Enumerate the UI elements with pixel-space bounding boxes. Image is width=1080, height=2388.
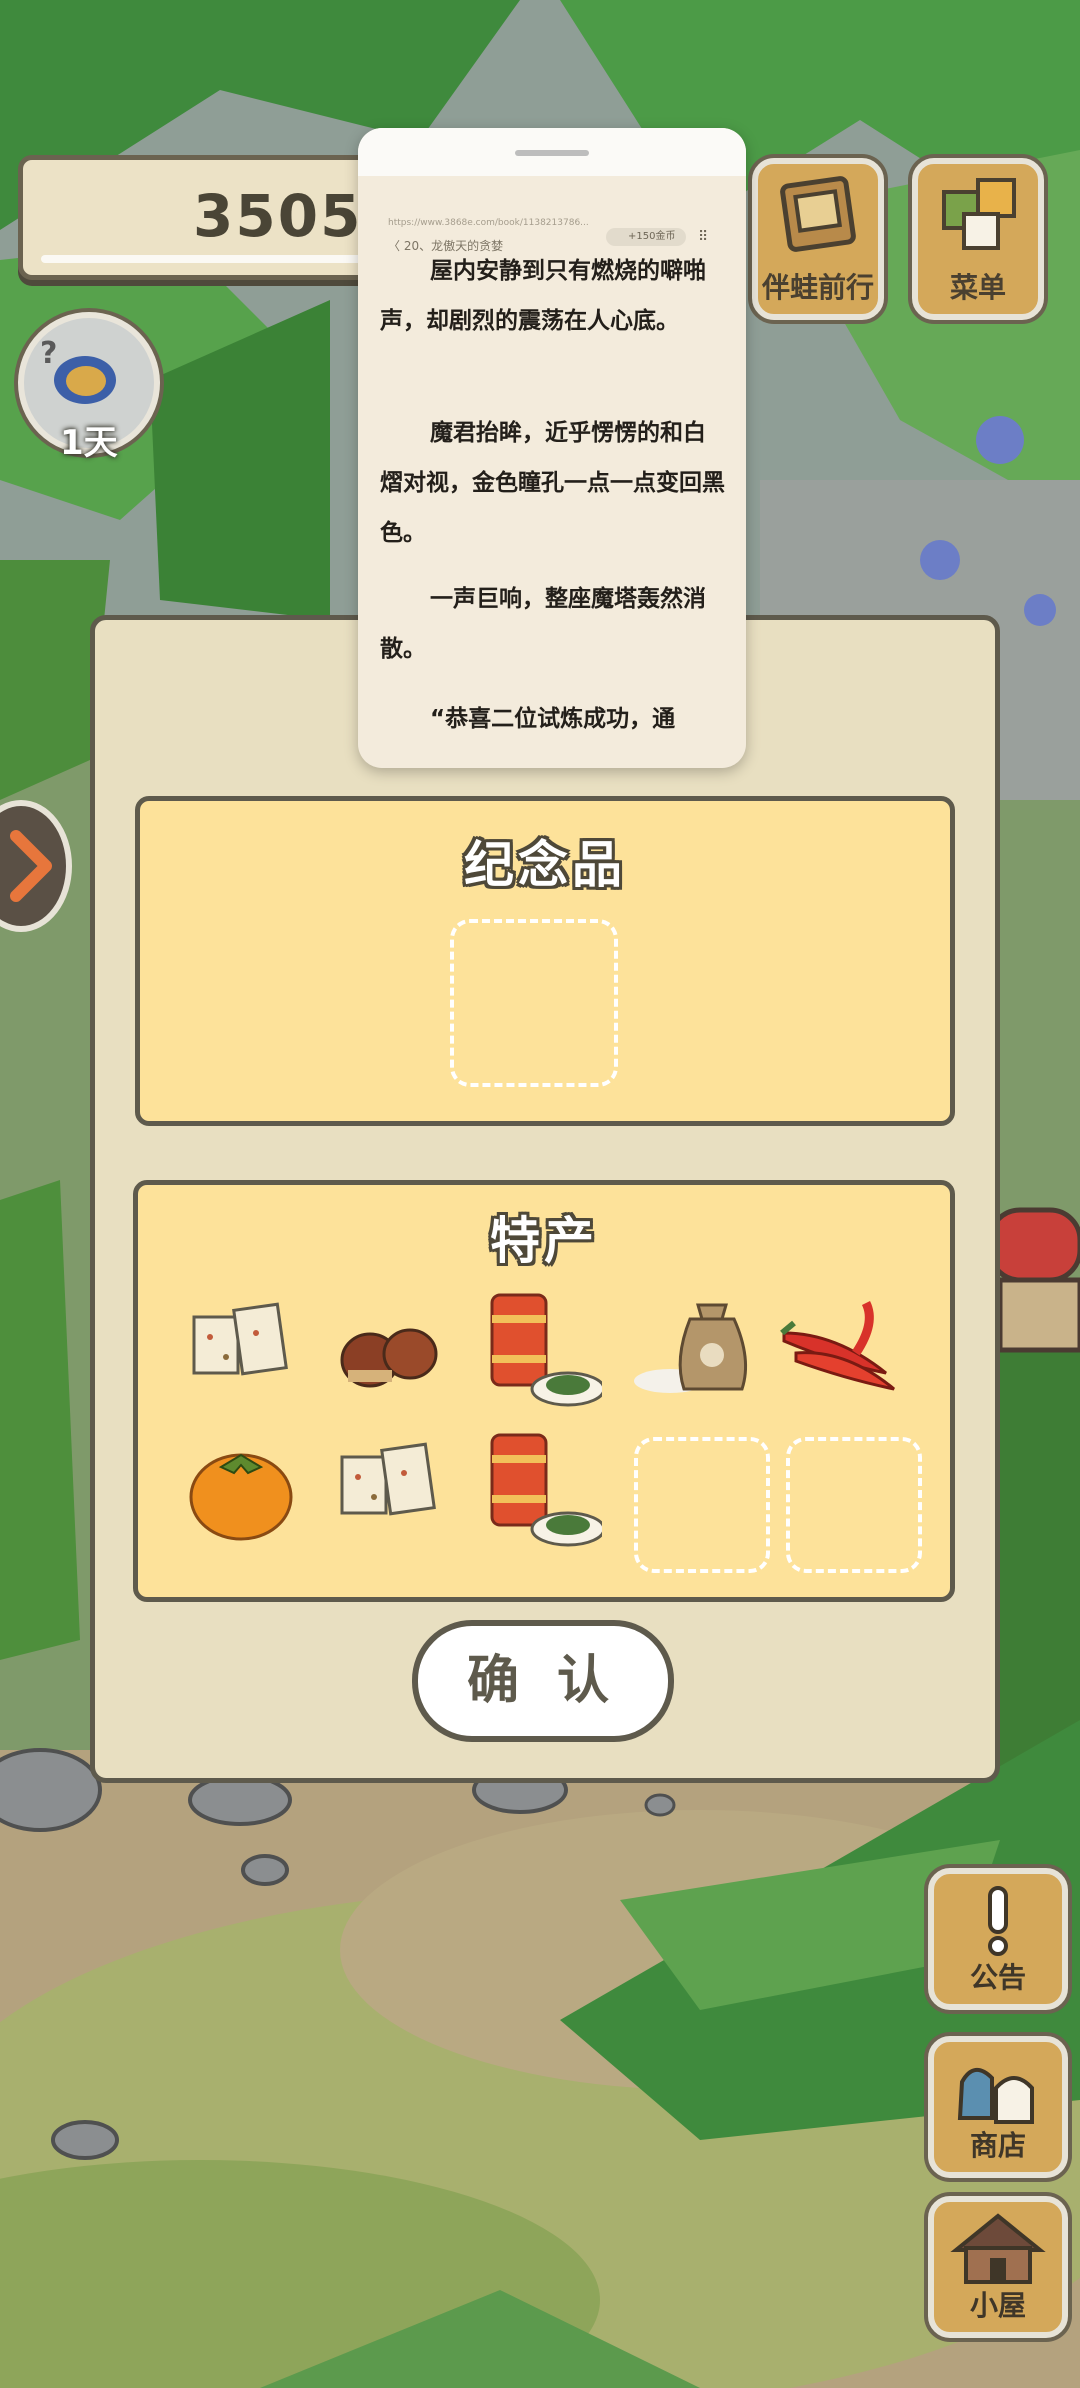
grid-icon[interactable]: ⠿ bbox=[698, 229, 708, 245]
house-label: 小屋 bbox=[969, 2289, 1026, 2322]
specialty-empty-slot bbox=[634, 1437, 770, 1573]
reader-paragraph: 魔君抬眸，近乎愣愣的和白熠对视，金色瞳孔一点一点变回黑色。 bbox=[380, 420, 725, 546]
chili-pepper-icon[interactable] bbox=[776, 1293, 906, 1403]
question-mark-icon: ? bbox=[40, 336, 58, 371]
travel-with-frog-label: 伴蛙前行 bbox=[761, 271, 874, 304]
coin-bar-highlight bbox=[41, 255, 405, 263]
reward-dialog: 纪念品 特产 bbox=[90, 615, 1000, 1783]
souvenir-empty-slot bbox=[450, 919, 618, 1087]
reader-paragraph: 一声巨响，整座魔塔轰然消散。 bbox=[380, 586, 706, 662]
confirm-button[interactable]: 确 认 bbox=[412, 1620, 674, 1742]
shop-bags-icon bbox=[957, 2068, 1034, 2124]
notice-label: 公告 bbox=[969, 1961, 1026, 1994]
rice-bag-icon[interactable] bbox=[630, 1289, 760, 1409]
tea-can-icon[interactable] bbox=[482, 1285, 602, 1415]
floating-reader-window[interactable]: https://www.3868e.com/book/1138213786...… bbox=[358, 128, 746, 768]
drag-handle[interactable] bbox=[515, 150, 589, 156]
travel-with-frog-button[interactable]: 伴蛙前行 bbox=[752, 158, 884, 320]
shop-button[interactable]: 商店 bbox=[928, 2036, 1068, 2178]
tea-can-icon[interactable] bbox=[482, 1425, 602, 1555]
house-icon bbox=[950, 2213, 1046, 2284]
notice-button[interactable]: 公告 bbox=[928, 1868, 1068, 2010]
shop-label: 商店 bbox=[969, 2129, 1026, 2162]
gold-reward-badge[interactable]: +150金币 bbox=[606, 228, 686, 246]
exclamation-icon bbox=[988, 1886, 1008, 1956]
chestnut-icon[interactable] bbox=[334, 1310, 444, 1400]
persimmon-icon[interactable] bbox=[186, 1437, 296, 1547]
souvenir-title: 纪念品 bbox=[464, 836, 626, 894]
souvenir-panel: 纪念品 bbox=[135, 796, 955, 1126]
house-button[interactable]: 小屋 bbox=[928, 2196, 1068, 2338]
arrow-left-icon bbox=[10, 830, 52, 902]
specialty-title: 特产 bbox=[490, 1212, 598, 1270]
menu-label: 菜单 bbox=[949, 271, 1006, 304]
back-arrow-button[interactable] bbox=[0, 800, 72, 932]
menu-cards-icon bbox=[942, 178, 1016, 250]
reader-url: https://www.3868e.com/book/1138213786... bbox=[388, 218, 589, 228]
reader-drag-bar[interactable] bbox=[358, 128, 746, 176]
specialty-panel: 特产 bbox=[133, 1180, 955, 1602]
reader-paragraph: 屋内安静到只有燃烧的噼啪声，却剧烈的震荡在人心底。 bbox=[380, 258, 706, 334]
tofu-block-icon[interactable] bbox=[334, 1437, 444, 1547]
tofu-block-icon[interactable] bbox=[186, 1297, 296, 1407]
coin-amount: 3505 bbox=[193, 182, 363, 250]
day-counter: 1天 bbox=[60, 423, 118, 463]
frog-face bbox=[66, 366, 106, 396]
specialty-empty-slot bbox=[786, 1437, 922, 1573]
journal-icon bbox=[780, 176, 856, 252]
confirm-label: 确 认 bbox=[466, 1651, 620, 1711]
menu-button[interactable]: 菜单 bbox=[912, 158, 1044, 320]
reader-paragraph: “恭喜二位试炼成功，通 bbox=[430, 706, 676, 732]
